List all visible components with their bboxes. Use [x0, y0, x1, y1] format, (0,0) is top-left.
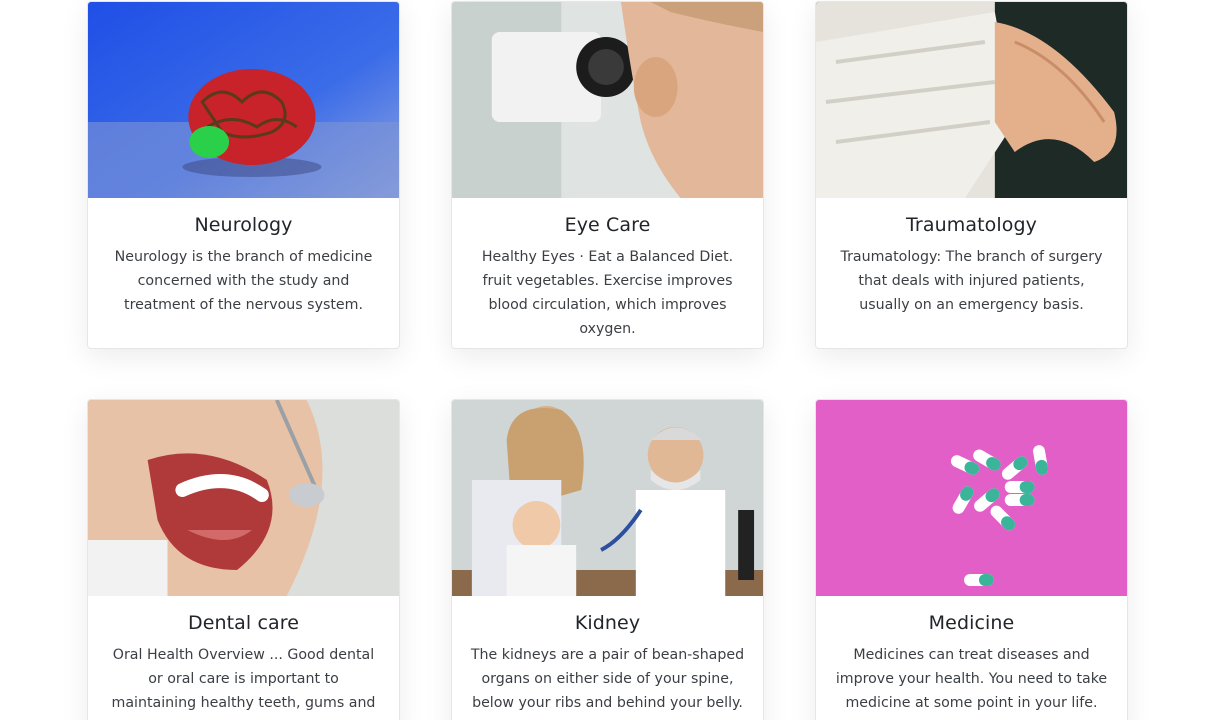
- card-description: Neurology is the branch of medicine conc…: [114, 249, 373, 313]
- service-card-dental-care[interactable]: Dental care Oral Health Overview ... Goo…: [87, 399, 400, 720]
- card-title: Neurology: [194, 214, 293, 236]
- service-card-medicine[interactable]: Medicine Medicines can treat diseases an…: [815, 399, 1128, 720]
- card-description: The kidneys are a pair of bean-shaped or…: [470, 647, 745, 711]
- service-card-kidney[interactable]: Kidney The kidneys are a pair of bean-sh…: [451, 399, 764, 720]
- card-description: Healthy Eyes · Eat a Balanced Diet. frui…: [481, 249, 734, 337]
- card-description: Medicines can treat diseases and improve…: [835, 647, 1108, 711]
- card-title: Eye Care: [564, 214, 651, 236]
- doctor-child-image: [452, 400, 763, 596]
- brain-image: [88, 2, 399, 198]
- card-title: Dental care: [187, 612, 300, 634]
- bandaged-hand-image: [816, 2, 1127, 198]
- eye-exam-image: [452, 2, 763, 198]
- card-description: Traumatology: The branch of surgery that…: [840, 249, 1103, 313]
- pills-image: [816, 400, 1127, 596]
- card-title: Kidney: [574, 612, 641, 634]
- card-description: Oral Health Overview ... Good dental or …: [111, 647, 376, 720]
- dental-exam-image: [88, 400, 399, 596]
- service-card-neurology[interactable]: Neurology Neurology is the branch of med…: [87, 1, 400, 349]
- service-card-eye-care[interactable]: Eye Care Healthy Eyes · Eat a Balanced D…: [451, 1, 764, 349]
- card-title: Medicine: [928, 612, 1015, 634]
- card-title: Traumatology: [906, 214, 1037, 236]
- service-card-traumatology[interactable]: Traumatology Traumatology: The branch of…: [815, 1, 1128, 349]
- services-grid: Neurology Neurology is the branch of med…: [0, 0, 1216, 720]
